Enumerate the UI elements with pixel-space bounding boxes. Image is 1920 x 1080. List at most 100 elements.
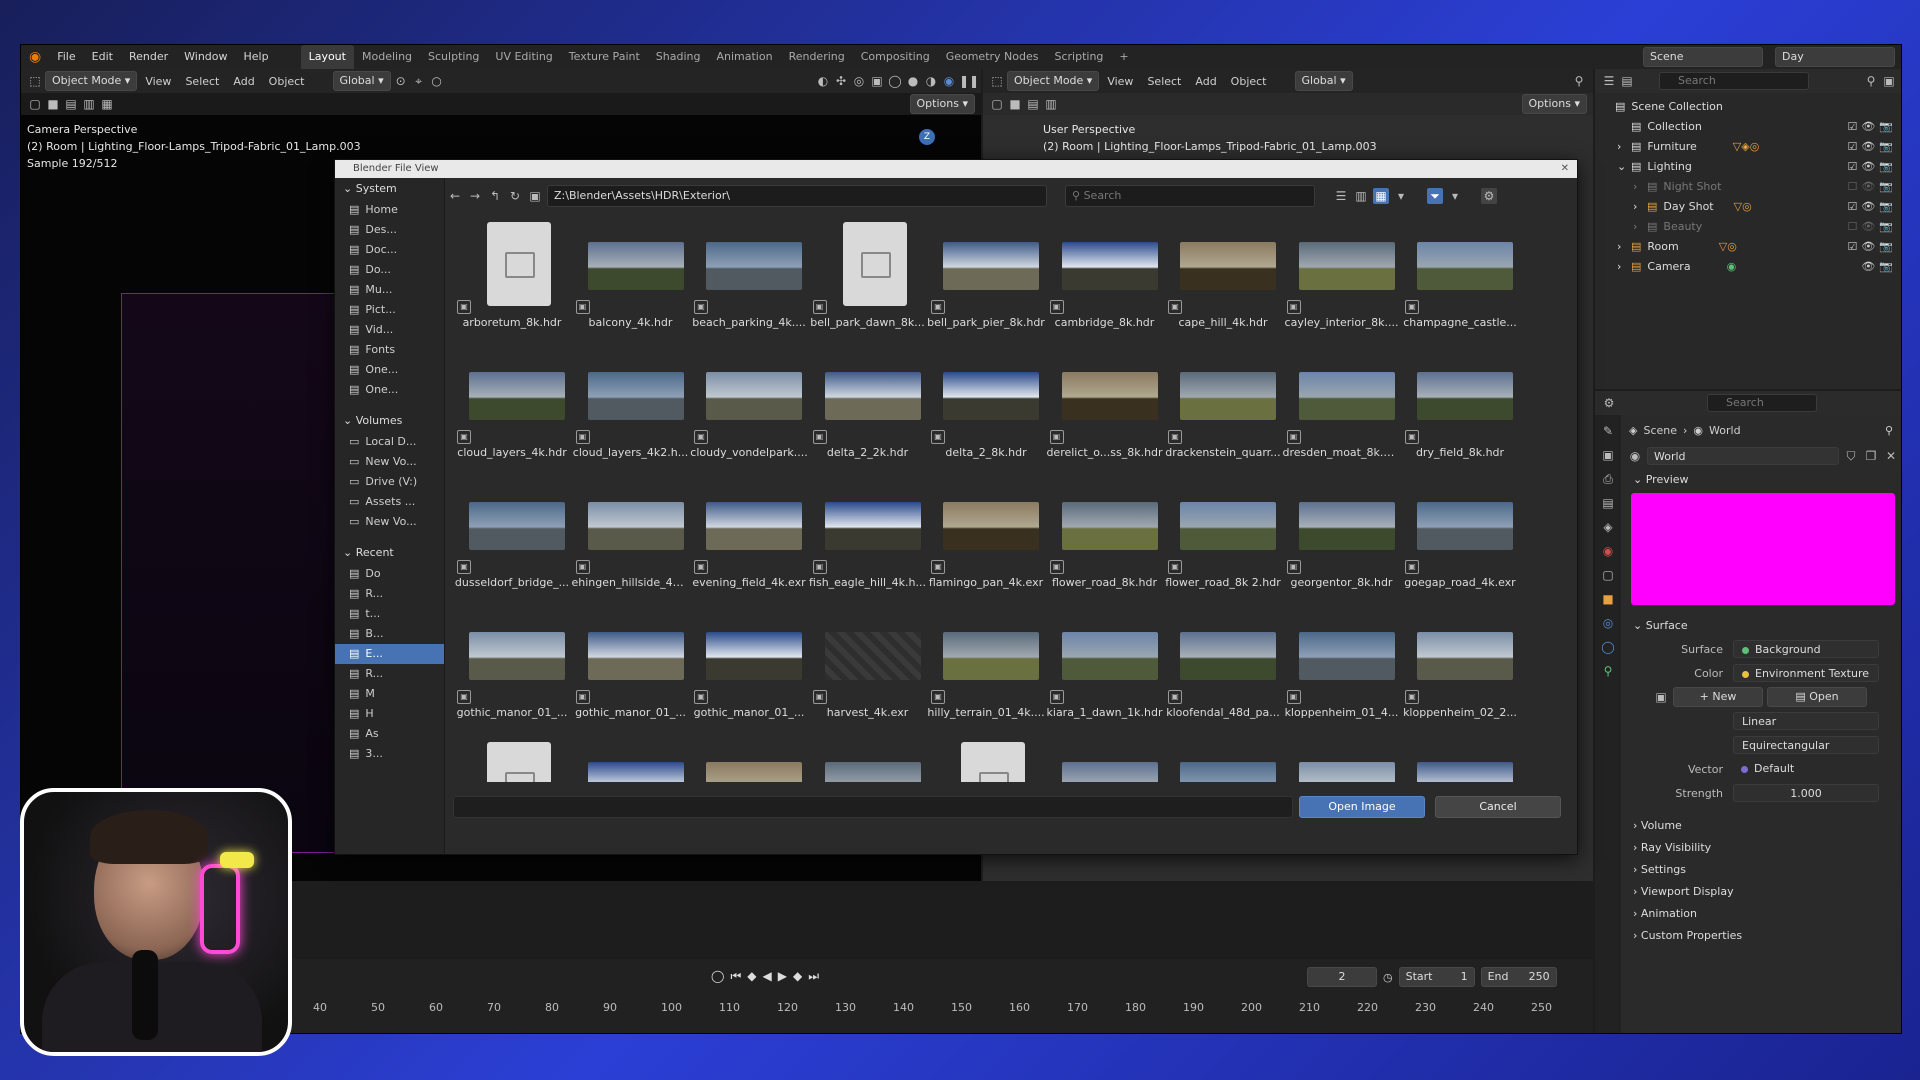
tab-geometry-nodes[interactable]: Geometry Nodes <box>938 45 1047 69</box>
file-item[interactable]: ▣ flower_road_8k.hdr <box>1046 476 1165 606</box>
tab-texture-paint[interactable]: Texture Paint <box>561 45 648 69</box>
pin-icon[interactable]: ⚲ <box>1885 424 1893 437</box>
next-keyframe-icon[interactable]: ◆ <box>793 969 802 984</box>
thumbnails-icon[interactable]: ▦ <box>1373 188 1389 204</box>
sidebar-item[interactable]: ▤ One... <box>335 380 444 400</box>
display-settings-icon[interactable]: ▾ <box>1393 188 1409 204</box>
file-item[interactable]: ▣ ehingen_hillside_4k... <box>572 476 691 606</box>
menu-file[interactable]: File <box>49 45 83 69</box>
options-dropdown[interactable]: Options ▾ <box>1521 94 1587 114</box>
shading-material-icon[interactable]: ◑ <box>923 73 939 89</box>
image-browse-icon[interactable]: ▣ <box>1653 689 1669 705</box>
shading-rendered-icon[interactable]: ◉ <box>941 73 957 89</box>
sidebar-item[interactable]: ▤ Do... <box>335 260 444 280</box>
select-box-icon[interactable]: ▢ <box>27 96 43 112</box>
sidebar-item[interactable]: ▤ 3... <box>335 744 444 764</box>
file-item[interactable]: ▣ harvest_4k.exr <box>809 606 928 736</box>
section-recent[interactable]: ⌄ Recent <box>335 542 444 564</box>
orientation-selector[interactable]: Global ▾ <box>332 71 391 91</box>
file-item[interactable]: ▣ delta_2_8k.hdr <box>927 346 1046 476</box>
section-surface[interactable]: ⌄ Surface <box>1623 615 1901 637</box>
expand-icon[interactable]: › <box>1633 197 1647 217</box>
file-item[interactable] <box>572 736 691 782</box>
visibility-icon[interactable]: ◐ <box>815 73 831 89</box>
clock-icon[interactable]: ◷ <box>1383 971 1393 984</box>
projection-selector[interactable]: Equirectangular <box>1733 736 1879 754</box>
visibility-toggles-icon[interactable]: ☐👁📷 <box>1847 177 1897 197</box>
world-name-field[interactable]: World <box>1647 447 1839 465</box>
section-volume[interactable]: › Volume <box>1623 815 1901 837</box>
file-item[interactable]: ▣ kloppenheim_01_4... <box>1283 606 1402 736</box>
file-item[interactable] <box>1401 736 1520 782</box>
open-image-button[interactable]: ▤ Open <box>1767 687 1867 707</box>
strength-field[interactable]: 1.000 <box>1733 784 1879 802</box>
section-animation[interactable]: › Animation <box>1623 903 1901 925</box>
select-box-icon[interactable]: ▢ <box>989 96 1005 112</box>
overlay-icon[interactable]: ◎ <box>851 73 867 89</box>
select-mode-extend-icon[interactable]: ▤ <box>1025 96 1041 112</box>
sidebar-item[interactable]: ▤ Des... <box>335 220 444 240</box>
options-dropdown[interactable]: Options ▾ <box>909 94 975 114</box>
physics-tab-icon[interactable]: ◯ <box>1600 639 1616 655</box>
select-mode-new-icon[interactable]: ■ <box>1007 96 1023 112</box>
new-collection-icon[interactable]: ▣ <box>1881 73 1897 89</box>
editor-type-icon[interactable]: ☰ <box>1601 73 1617 89</box>
visibility-toggles-icon[interactable]: ☑👁📷 <box>1847 197 1897 217</box>
file-item[interactable]: ▣ flamingo_pan_4k.exr <box>927 476 1046 606</box>
object-tab-icon[interactable]: ■ <box>1600 591 1616 607</box>
file-item[interactable]: ▣ gothic_manor_01_... <box>690 606 809 736</box>
world-browse-icon[interactable]: ◉ <box>1627 448 1643 464</box>
sidebar-item[interactable]: ▤ Doc... <box>335 240 444 260</box>
play-icon[interactable]: ▶ <box>778 969 787 984</box>
sidebar-item[interactable]: ▤ One... <box>335 360 444 380</box>
tab-shading[interactable]: Shading <box>648 45 709 69</box>
editor-type-icon[interactable]: ⚙ <box>1601 395 1617 411</box>
tab-modeling[interactable]: Modeling <box>354 45 420 69</box>
fake-user-icon[interactable]: ⛉ <box>1843 448 1859 464</box>
file-item[interactable]: ▣ dresden_moat_8k.h... <box>1283 346 1402 476</box>
file-item[interactable]: ▣ goegap_road_4k.exr <box>1401 476 1520 606</box>
menu-help[interactable]: Help <box>236 45 277 69</box>
outliner-row-room[interactable]: › ▤ Room ▽◎ ☑👁📷 <box>1595 237 1901 257</box>
file-item[interactable]: ▣ evening_field_4k.exr <box>690 476 809 606</box>
file-item[interactable]: ▣ kiara_1_dawn_1k.hdr <box>1046 606 1165 736</box>
expand-icon[interactable]: › <box>1633 217 1647 237</box>
file-item[interactable]: ▣ cayley_interior_8k.... <box>1283 216 1402 346</box>
file-item[interactable]: ▣ georgentor_8k.hdr <box>1283 476 1402 606</box>
sidebar-item[interactable]: ▤ As <box>335 724 444 744</box>
visibility-toggles-icon[interactable]: ☑👁📷 <box>1847 157 1897 177</box>
pivot-icon[interactable]: ⊙ <box>393 73 409 89</box>
jump-start-icon[interactable]: ⏮ <box>730 969 741 984</box>
file-item[interactable] <box>453 736 572 782</box>
menu-object[interactable]: Object <box>1225 75 1273 88</box>
filter-icon[interactable]: ⏷ <box>1427 188 1443 204</box>
sidebar-item[interactable]: ▤ E... <box>335 644 444 664</box>
file-item[interactable] <box>927 736 1046 782</box>
view-layer-tab-icon[interactable]: ▤ <box>1600 495 1616 511</box>
gizmo-icon[interactable]: ✣ <box>833 73 849 89</box>
sidebar-item[interactable]: ▤ t... <box>335 604 444 624</box>
outliner-row-beauty[interactable]: › ▤ Beauty ☐👁📷 <box>1595 217 1901 237</box>
sidebar-item[interactable]: ▭ New Vo... <box>335 512 444 532</box>
axis-gizmo-z-icon[interactable]: Z <box>919 129 935 145</box>
file-item[interactable] <box>809 736 928 782</box>
new-image-button[interactable]: + New <box>1673 687 1763 707</box>
visibility-toggles-icon[interactable]: ☑👁📷 <box>1847 117 1897 137</box>
menu-add[interactable]: Add <box>1189 75 1222 88</box>
visibility-toggles-icon[interactable]: ☐👁📷 <box>1847 217 1897 237</box>
menu-render[interactable]: Render <box>121 45 176 69</box>
horizontal-list-icon[interactable]: ▥ <box>1353 188 1369 204</box>
section-custom-properties[interactable]: › Custom Properties <box>1623 925 1901 947</box>
outliner-row-camera[interactable]: › ▤ Camera ◉ 👁📷 <box>1595 257 1901 277</box>
menu-select[interactable]: Select <box>1141 75 1187 88</box>
sidebar-item[interactable]: ▤ Fonts <box>335 340 444 360</box>
file-item[interactable]: ▣ cloud_layers_4k.hdr <box>453 346 572 476</box>
file-item[interactable]: ▣ bell_park_pier_8k.hdr <box>927 216 1046 346</box>
file-item[interactable] <box>1164 736 1283 782</box>
prev-keyframe-icon[interactable]: ◆ <box>747 969 756 984</box>
menu-edit[interactable]: Edit <box>84 45 121 69</box>
view-layer-selector[interactable]: Day <box>1775 47 1895 67</box>
color-input-selector[interactable]: Environment Texture <box>1733 664 1879 682</box>
file-item[interactable]: ▣ bell_park_dawn_8k... <box>809 216 928 346</box>
file-item[interactable]: ▣ arboretum_8k.hdr <box>453 216 572 346</box>
